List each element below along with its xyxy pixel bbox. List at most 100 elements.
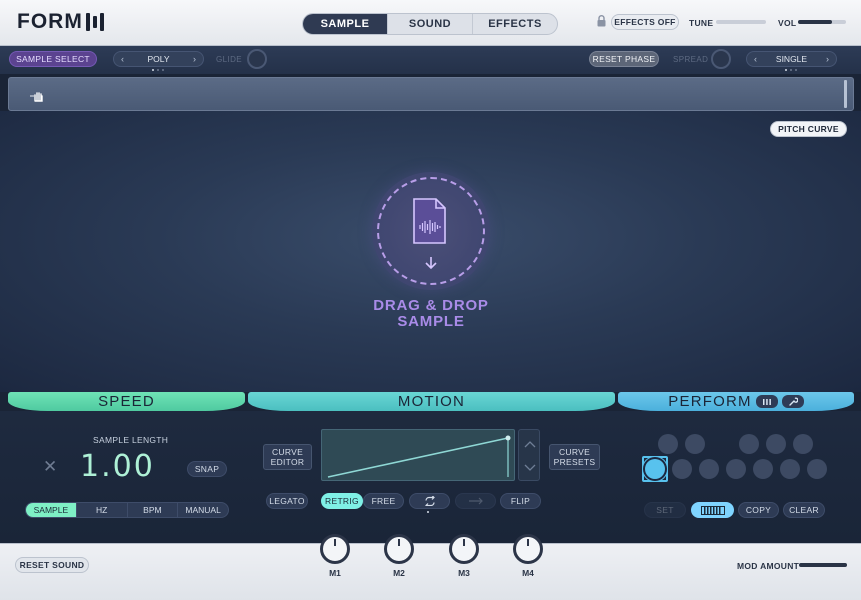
reset-phase-button[interactable]: RESET PHASE	[589, 51, 659, 67]
mod-amount-slider[interactable]	[799, 563, 847, 567]
perform-pad[interactable]	[807, 459, 827, 479]
motion-section-header: MOTION	[248, 392, 615, 411]
mod-amount-slider-fill	[799, 563, 847, 567]
speed-mode-manual[interactable]: MANUAL	[178, 503, 228, 517]
sample-select-button[interactable]: SAMPLE SELECT	[9, 51, 97, 67]
arrow-right-icon	[468, 497, 483, 505]
audio-file-icon	[413, 198, 446, 244]
speed-mode-selector: SAMPLE HZ BPM MANUAL	[25, 502, 229, 518]
macro-knob-m3[interactable]	[449, 534, 479, 564]
perform-pad[interactable]	[793, 434, 813, 454]
perform-title: PERFORM	[668, 393, 752, 410]
spread-label: SPREAD	[673, 55, 709, 64]
loop-mode-button[interactable]	[409, 493, 450, 509]
pads-grid-button[interactable]	[755, 395, 778, 408]
sample-controls-bar: SAMPLE SELECT ‹ POLY › GLIDE RESET PHASE…	[0, 46, 861, 74]
loop-mode-dots	[427, 511, 429, 513]
vol-label: VOL	[778, 18, 797, 28]
tab-sample[interactable]: SAMPLE	[303, 14, 388, 34]
macro-knob-m2[interactable]	[384, 534, 414, 564]
macro-knob-m1[interactable]	[320, 534, 350, 564]
perform-pad[interactable]	[766, 434, 786, 454]
keyboard-icon	[700, 505, 725, 515]
snap-button[interactable]: SNAP	[187, 461, 227, 477]
form-logo: FORM	[17, 9, 104, 35]
chevron-right-icon[interactable]: ›	[193, 54, 196, 64]
tab-effects[interactable]: EFFECTS	[473, 14, 557, 34]
sample-overview-strip[interactable]	[8, 77, 854, 111]
tune-slider[interactable]	[716, 20, 766, 24]
wrench-icon	[789, 397, 798, 406]
hand-grab-icon[interactable]	[29, 89, 45, 103]
unison-mode-page-dots	[785, 69, 797, 71]
perform-pad[interactable]	[726, 459, 746, 479]
perform-pad[interactable]	[780, 459, 800, 479]
effects-off-button[interactable]: EFFECTS OFF	[611, 14, 679, 30]
drop-instruction-text: DRAG & DROP SAMPLE	[331, 298, 531, 330]
set-button[interactable]: SET	[644, 502, 686, 518]
speed-mode-sample[interactable]: SAMPLE	[26, 503, 77, 517]
curve-editor-button[interactable]: CURVE EDITOR	[263, 444, 312, 470]
chevron-right-icon[interactable]: ›	[826, 54, 829, 64]
perform-pad[interactable]	[699, 459, 719, 479]
speed-value[interactable]: 1.00	[80, 449, 155, 484]
perform-pad[interactable]	[753, 459, 773, 479]
curve-presets-button[interactable]: CURVE PRESETS	[549, 444, 600, 470]
volume-slider-fill	[798, 20, 832, 24]
chevron-left-icon[interactable]: ‹	[121, 54, 124, 64]
overview-scroll-handle[interactable]	[844, 80, 847, 108]
volume-slider[interactable]	[798, 20, 846, 24]
flip-button[interactable]: FLIP	[500, 493, 541, 509]
drop-target-circle[interactable]	[372, 172, 490, 290]
perform-pad[interactable]	[739, 434, 759, 454]
multiply-icon: ✕	[43, 457, 58, 476]
motion-curve-display[interactable]	[321, 429, 515, 481]
keyboard-button[interactable]	[691, 502, 734, 518]
curve-preset-stepper[interactable]	[518, 429, 540, 481]
curve-presets-line-1: CURVE	[558, 447, 591, 457]
free-button[interactable]: FREE	[363, 493, 404, 509]
macro-label-m3: M3	[458, 568, 470, 578]
motion-curve-graph	[327, 435, 511, 478]
curve-presets-line-2: PRESETS	[553, 457, 596, 467]
drop-instruction-line-1: DRAG & DROP	[373, 297, 489, 314]
voice-mode-page-dots	[152, 69, 164, 71]
logo-text: FORM	[17, 10, 83, 33]
legato-button[interactable]: LEGATO	[266, 493, 308, 509]
retrig-button[interactable]: RETRIG	[321, 493, 363, 509]
perform-pad[interactable]	[658, 434, 678, 454]
macro-label-m2: M2	[393, 568, 405, 578]
glide-knob[interactable]	[247, 49, 267, 69]
macro-label-m4: M4	[522, 568, 534, 578]
spread-knob[interactable]	[711, 49, 731, 69]
drop-instruction-line-2: SAMPLE	[397, 313, 465, 330]
up-down-arrows-icon	[524, 441, 536, 471]
glide-label: GLIDE	[216, 55, 243, 64]
curve-editor-line-1: CURVE	[271, 447, 304, 457]
tune-label: TUNE	[689, 18, 714, 28]
curve-editor-line-2: EDITOR	[270, 457, 305, 467]
unison-mode-value: SINGLE	[775, 54, 808, 64]
sample-length-label: SAMPLE LENGTH	[93, 435, 169, 445]
chevron-left-icon[interactable]: ‹	[754, 54, 757, 64]
arrow-down-icon	[425, 257, 437, 270]
direction-button[interactable]	[455, 493, 496, 509]
macro-label-m1: M1	[329, 568, 341, 578]
sample-drop-area[interactable]: PITCH CURVE	[0, 111, 861, 392]
pitch-curve-button[interactable]: PITCH CURVE	[770, 121, 847, 137]
copy-button[interactable]: COPY	[738, 502, 779, 518]
lock-icon[interactable]	[597, 15, 606, 27]
perform-pad[interactable]	[672, 459, 692, 479]
macro-knob-m4[interactable]	[513, 534, 543, 564]
unison-mode-selector[interactable]: ‹ SINGLE ›	[746, 51, 837, 67]
clear-button[interactable]: CLEAR	[783, 502, 825, 518]
speed-mode-hz[interactable]: HZ	[77, 503, 128, 517]
perform-settings-button[interactable]	[781, 395, 804, 408]
voice-mode-selector[interactable]: ‹ POLY ›	[113, 51, 204, 67]
reset-sound-button[interactable]: RESET SOUND	[15, 557, 89, 573]
mod-amount-label: MOD AMOUNT	[737, 561, 800, 571]
perform-pad[interactable]	[685, 434, 705, 454]
perform-pad-active[interactable]	[645, 459, 665, 479]
speed-mode-bpm[interactable]: BPM	[128, 503, 179, 517]
tab-sound[interactable]: SOUND	[388, 14, 473, 34]
